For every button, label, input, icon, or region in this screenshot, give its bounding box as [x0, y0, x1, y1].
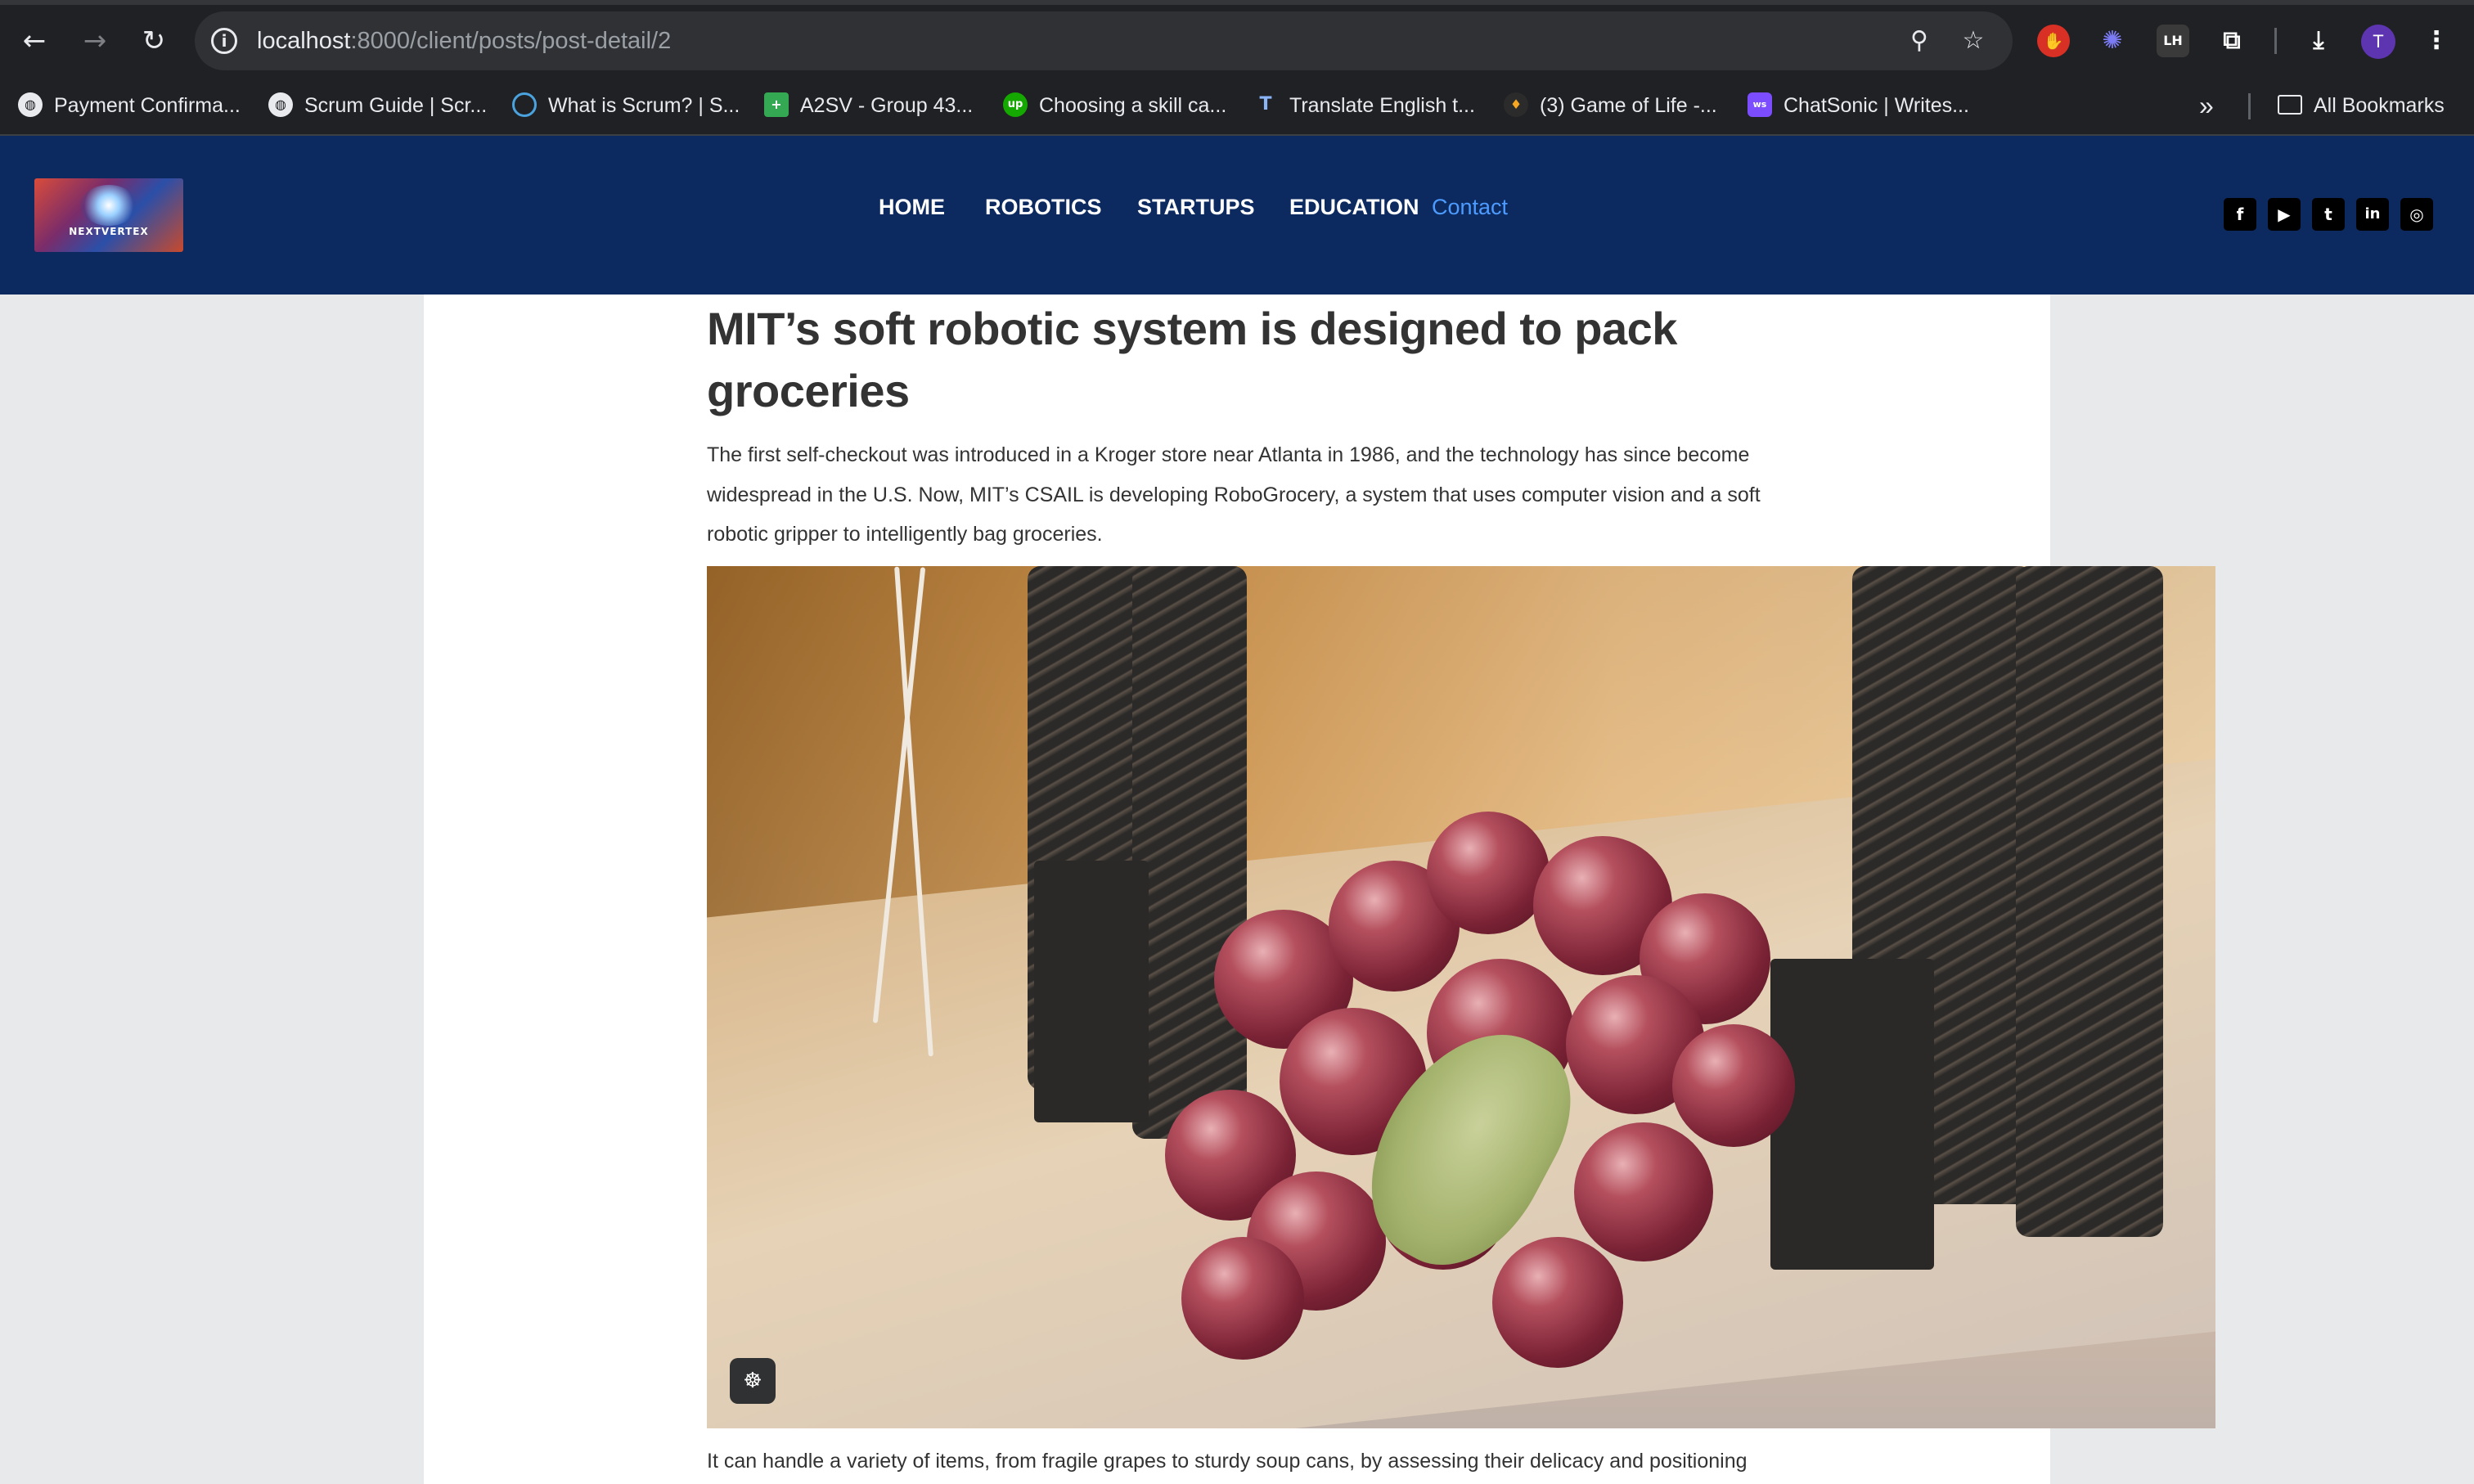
image-brain-badge-icon[interactable]: ☸ [730, 1358, 776, 1404]
gripper-bracket [1770, 959, 1934, 1270]
bookmark-label: Translate English t... [1289, 94, 1475, 117]
nav-home[interactable]: HOME [879, 195, 945, 236]
bookmark-label: What is Scrum? | S... [548, 94, 740, 117]
bookmark-item[interactable]: ◍ Scrum Guide | Scr... [268, 82, 487, 129]
bookmark-label: ChatSonic | Writes... [1784, 94, 1969, 117]
nav-robotics[interactable]: ROBOTICS [985, 195, 1102, 236]
article-lead: The first self-checkout was introduced i… [707, 443, 1761, 546]
address-bar[interactable]: i localhost:8000/client/posts/post-detai… [195, 11, 2013, 70]
grape [1181, 1237, 1304, 1360]
gripper-finger [1132, 566, 1247, 1139]
scrum-icon [512, 92, 537, 118]
bookmark-item[interactable]: up Choosing a skill ca... [1003, 82, 1226, 129]
toolbar-separator [2274, 28, 2277, 54]
forward-arrow-icon[interactable]: → [77, 23, 113, 59]
bookmark-item[interactable]: + A2SV - Group 43... [764, 82, 973, 129]
bookmark-item[interactable]: ◍ Payment Confirma... [18, 82, 241, 129]
all-bookmarks-button[interactable]: All Bookmarks [2278, 82, 2445, 129]
zoom-icon[interactable]: ⚲ [1903, 25, 1936, 57]
instagram-icon[interactable]: ◎ [2400, 198, 2433, 231]
writesonic-icon: ws [1748, 92, 1772, 118]
site-info-icon[interactable]: i [211, 28, 237, 54]
bookmark-item[interactable]: T Translate English t... [1253, 82, 1475, 129]
nav-contact[interactable]: Contact [1432, 195, 1508, 236]
nav-startups[interactable]: STARTUPS [1137, 195, 1255, 236]
bookmark-item[interactable]: ws ChatSonic | Writes... [1748, 82, 1969, 129]
back-arrow-icon[interactable]: ← [16, 23, 52, 59]
article-body-text: It can handle a variety of items, from f… [707, 1450, 1748, 1473]
url-text[interactable]: localhost:8000/client/posts/post-detail/… [257, 11, 671, 70]
logo-text: NEXTVERTEX [69, 226, 149, 237]
youtube-icon[interactable]: ▶ [2268, 198, 2301, 231]
profile-avatar[interactable]: T [2361, 25, 2395, 59]
gripper-bracket [1034, 861, 1149, 1122]
translate-icon: T [1259, 94, 1272, 115]
url-host: localhost [257, 28, 351, 54]
browser-menu-icon[interactable]: ⋮ [2420, 25, 2453, 57]
all-bookmarks-label: All Bookmarks [2314, 94, 2445, 117]
gripper-finger [2016, 566, 2163, 1237]
linkedin-icon[interactable]: in [2356, 198, 2389, 231]
bookmark-star-icon[interactable]: ☆ [1957, 25, 1990, 57]
grape [1574, 1122, 1713, 1261]
sheets-icon: + [764, 92, 789, 118]
bookmark-label: Scrum Guide | Scr... [304, 94, 488, 117]
extension-burst-icon[interactable]: ✺ [2096, 25, 2129, 57]
globe-icon: ◍ [18, 92, 43, 118]
bookmark-label: A2SV - Group 43... [800, 94, 974, 117]
upwork-icon: up [1003, 92, 1028, 118]
browser-toolbar: ← → ↻ i localhost:8000/client/posts/post… [0, 0, 2474, 82]
bookmark-item[interactable]: ♦ (3) Game of Life -... [1504, 82, 1717, 129]
facebook-icon[interactable]: f [2224, 198, 2256, 231]
extension-hand-icon[interactable]: ✋ [2037, 25, 2070, 57]
flame-icon: ♦ [1504, 92, 1528, 118]
grape [1427, 812, 1550, 934]
bookmark-label: Payment Confirma... [54, 94, 241, 117]
url-path: :8000/client/posts/post-detail/2 [350, 28, 672, 54]
bookmarks-separator [2248, 93, 2251, 119]
extension-lh-icon[interactable]: LH [2157, 25, 2189, 57]
extensions-puzzle-icon[interactable]: ⧉ [2215, 25, 2248, 57]
nav-education[interactable]: EDUCATION [1289, 195, 1419, 236]
more-bookmarks-chevron-icon[interactable]: » [2199, 82, 2214, 129]
site-logo[interactable]: NEXTVERTEX [34, 178, 183, 252]
twitter-icon[interactable]: t [2312, 198, 2345, 231]
article-hero-image: ☸ [707, 566, 2215, 1428]
reload-icon[interactable]: ↻ [136, 23, 172, 59]
bookmark-label: (3) Game of Life -... [1540, 94, 1717, 117]
downloads-icon[interactable]: ⤓ [2302, 25, 2335, 57]
bookmark-label: Choosing a skill ca... [1039, 94, 1227, 117]
grape [1672, 1024, 1795, 1147]
bookmarks-bar: ◍ Payment Confirma... ◍ Scrum Guide | Scr.… [0, 82, 2474, 136]
article-title: MIT’s soft robotic system is designed to… [707, 303, 1677, 416]
globe-icon: ◍ [268, 92, 293, 118]
bookmark-item[interactable]: What is Scrum? | S... [512, 82, 740, 129]
grape [1492, 1237, 1623, 1368]
folder-icon [2278, 95, 2302, 115]
site-header: NEXTVERTEX HOME ROBOTICS STARTUPS EDUCAT… [0, 136, 2474, 295]
